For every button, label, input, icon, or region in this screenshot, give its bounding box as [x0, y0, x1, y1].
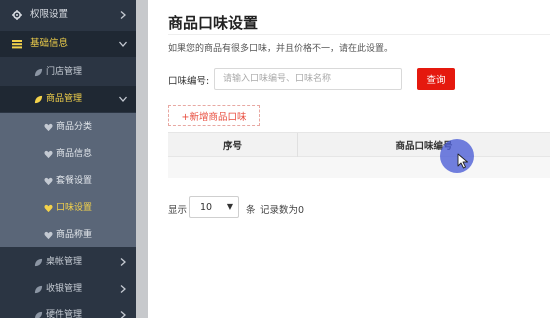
flavor-code-label: 口味编号:	[168, 76, 210, 87]
leaf-icon	[34, 311, 43, 318]
sidebar-item-combo-settings[interactable]: 套餐设置	[0, 168, 136, 194]
leaf-icon	[34, 68, 43, 77]
column-header-flavor-code[interactable]: 商品口味编号	[298, 133, 550, 157]
sidebar-item-basic-info[interactable]: 基础信息	[0, 31, 136, 57]
sidebar-item-permissions[interactable]: 权限设置	[0, 2, 136, 28]
flavor-table: 序号 商品口味编号	[168, 132, 550, 178]
sidebar-gutter	[136, 0, 148, 318]
column-header-index[interactable]: 序号	[168, 133, 298, 157]
list-icon	[12, 40, 22, 49]
chevron-down-icon	[119, 41, 127, 47]
page-size-select[interactable]: 10 ▼	[189, 196, 239, 218]
page-size-value: 10	[200, 201, 213, 213]
sidebar-item-cashier[interactable]: 收银管理	[0, 276, 136, 302]
sidebar-item-table-account[interactable]: 桌帐管理	[0, 249, 136, 275]
heart-icon	[44, 204, 53, 213]
sidebar-item-label: 商品管理	[46, 94, 83, 104]
sidebar-item-flavor-settings[interactable]: 口味设置	[0, 195, 136, 221]
chevron-right-icon	[120, 285, 126, 293]
title-divider	[168, 34, 550, 35]
sidebar-item-label: 硬件管理	[46, 310, 83, 318]
sidebar-item-label: 商品信息	[56, 149, 93, 159]
sidebar-item-label: 口味设置	[56, 203, 93, 213]
heart-icon	[44, 177, 53, 186]
heart-icon	[44, 150, 53, 159]
goods-submenu: 商品分类 商品信息 套餐设置 口味设置 商品称重	[0, 113, 136, 247]
page-size-unit: 条	[246, 205, 256, 216]
chevron-right-icon	[120, 11, 126, 19]
chevron-down-icon	[119, 96, 127, 102]
leaf-icon	[34, 258, 43, 267]
sidebar-item-label: 套餐设置	[56, 176, 93, 186]
sidebar-item-goods-category[interactable]: 商品分类	[0, 114, 136, 140]
caret-down-icon: ▼	[226, 202, 233, 211]
sidebar: 权限设置 基础信息 门店管理 商品管理 商品分类 商品信息 套餐设置 口味设置 …	[0, 0, 136, 318]
search-button[interactable]: 查询	[417, 68, 455, 90]
table-empty-row	[168, 157, 550, 178]
sidebar-item-label: 商品称重	[56, 230, 93, 240]
sidebar-item-hardware[interactable]: 硬件管理	[0, 302, 136, 318]
sidebar-item-label: 权限设置	[30, 9, 69, 20]
heart-icon	[44, 231, 53, 240]
sidebar-item-goods-management[interactable]: 商品管理	[0, 86, 136, 112]
chevron-right-icon	[120, 311, 126, 318]
sidebar-item-store-management[interactable]: 门店管理	[0, 59, 136, 85]
table-header: 序号 商品口味编号	[168, 133, 550, 157]
sidebar-item-label: 门店管理	[46, 67, 83, 77]
record-count: 记录数为0	[260, 205, 305, 216]
flavor-search-input[interactable]	[214, 68, 402, 90]
sidebar-item-label: 商品分类	[56, 122, 93, 132]
page-title: 商品口味设置	[168, 14, 259, 32]
gear-icon	[12, 10, 22, 20]
sidebar-item-goods-weighing[interactable]: 商品称重	[0, 222, 136, 248]
heart-icon	[44, 123, 53, 132]
main-content: 商品口味设置 如果您的商品有很多口味，并且价格不一，请在此设置。 口味编号: 查…	[148, 0, 550, 318]
sidebar-item-goods-info[interactable]: 商品信息	[0, 141, 136, 167]
add-flavor-button[interactable]: +新增商品口味	[168, 105, 260, 126]
chevron-right-icon	[120, 258, 126, 266]
mouse-pointer-icon	[457, 153, 468, 169]
page-size-show-label: 显示	[168, 205, 188, 216]
sidebar-item-label: 收银管理	[46, 284, 83, 294]
leaf-icon	[34, 95, 43, 104]
sidebar-item-label: 基础信息	[30, 38, 69, 49]
sidebar-item-label: 桌帐管理	[46, 257, 83, 267]
leaf-icon	[34, 285, 43, 294]
page-description: 如果您的商品有很多口味，并且价格不一，请在此设置。	[168, 44, 394, 54]
